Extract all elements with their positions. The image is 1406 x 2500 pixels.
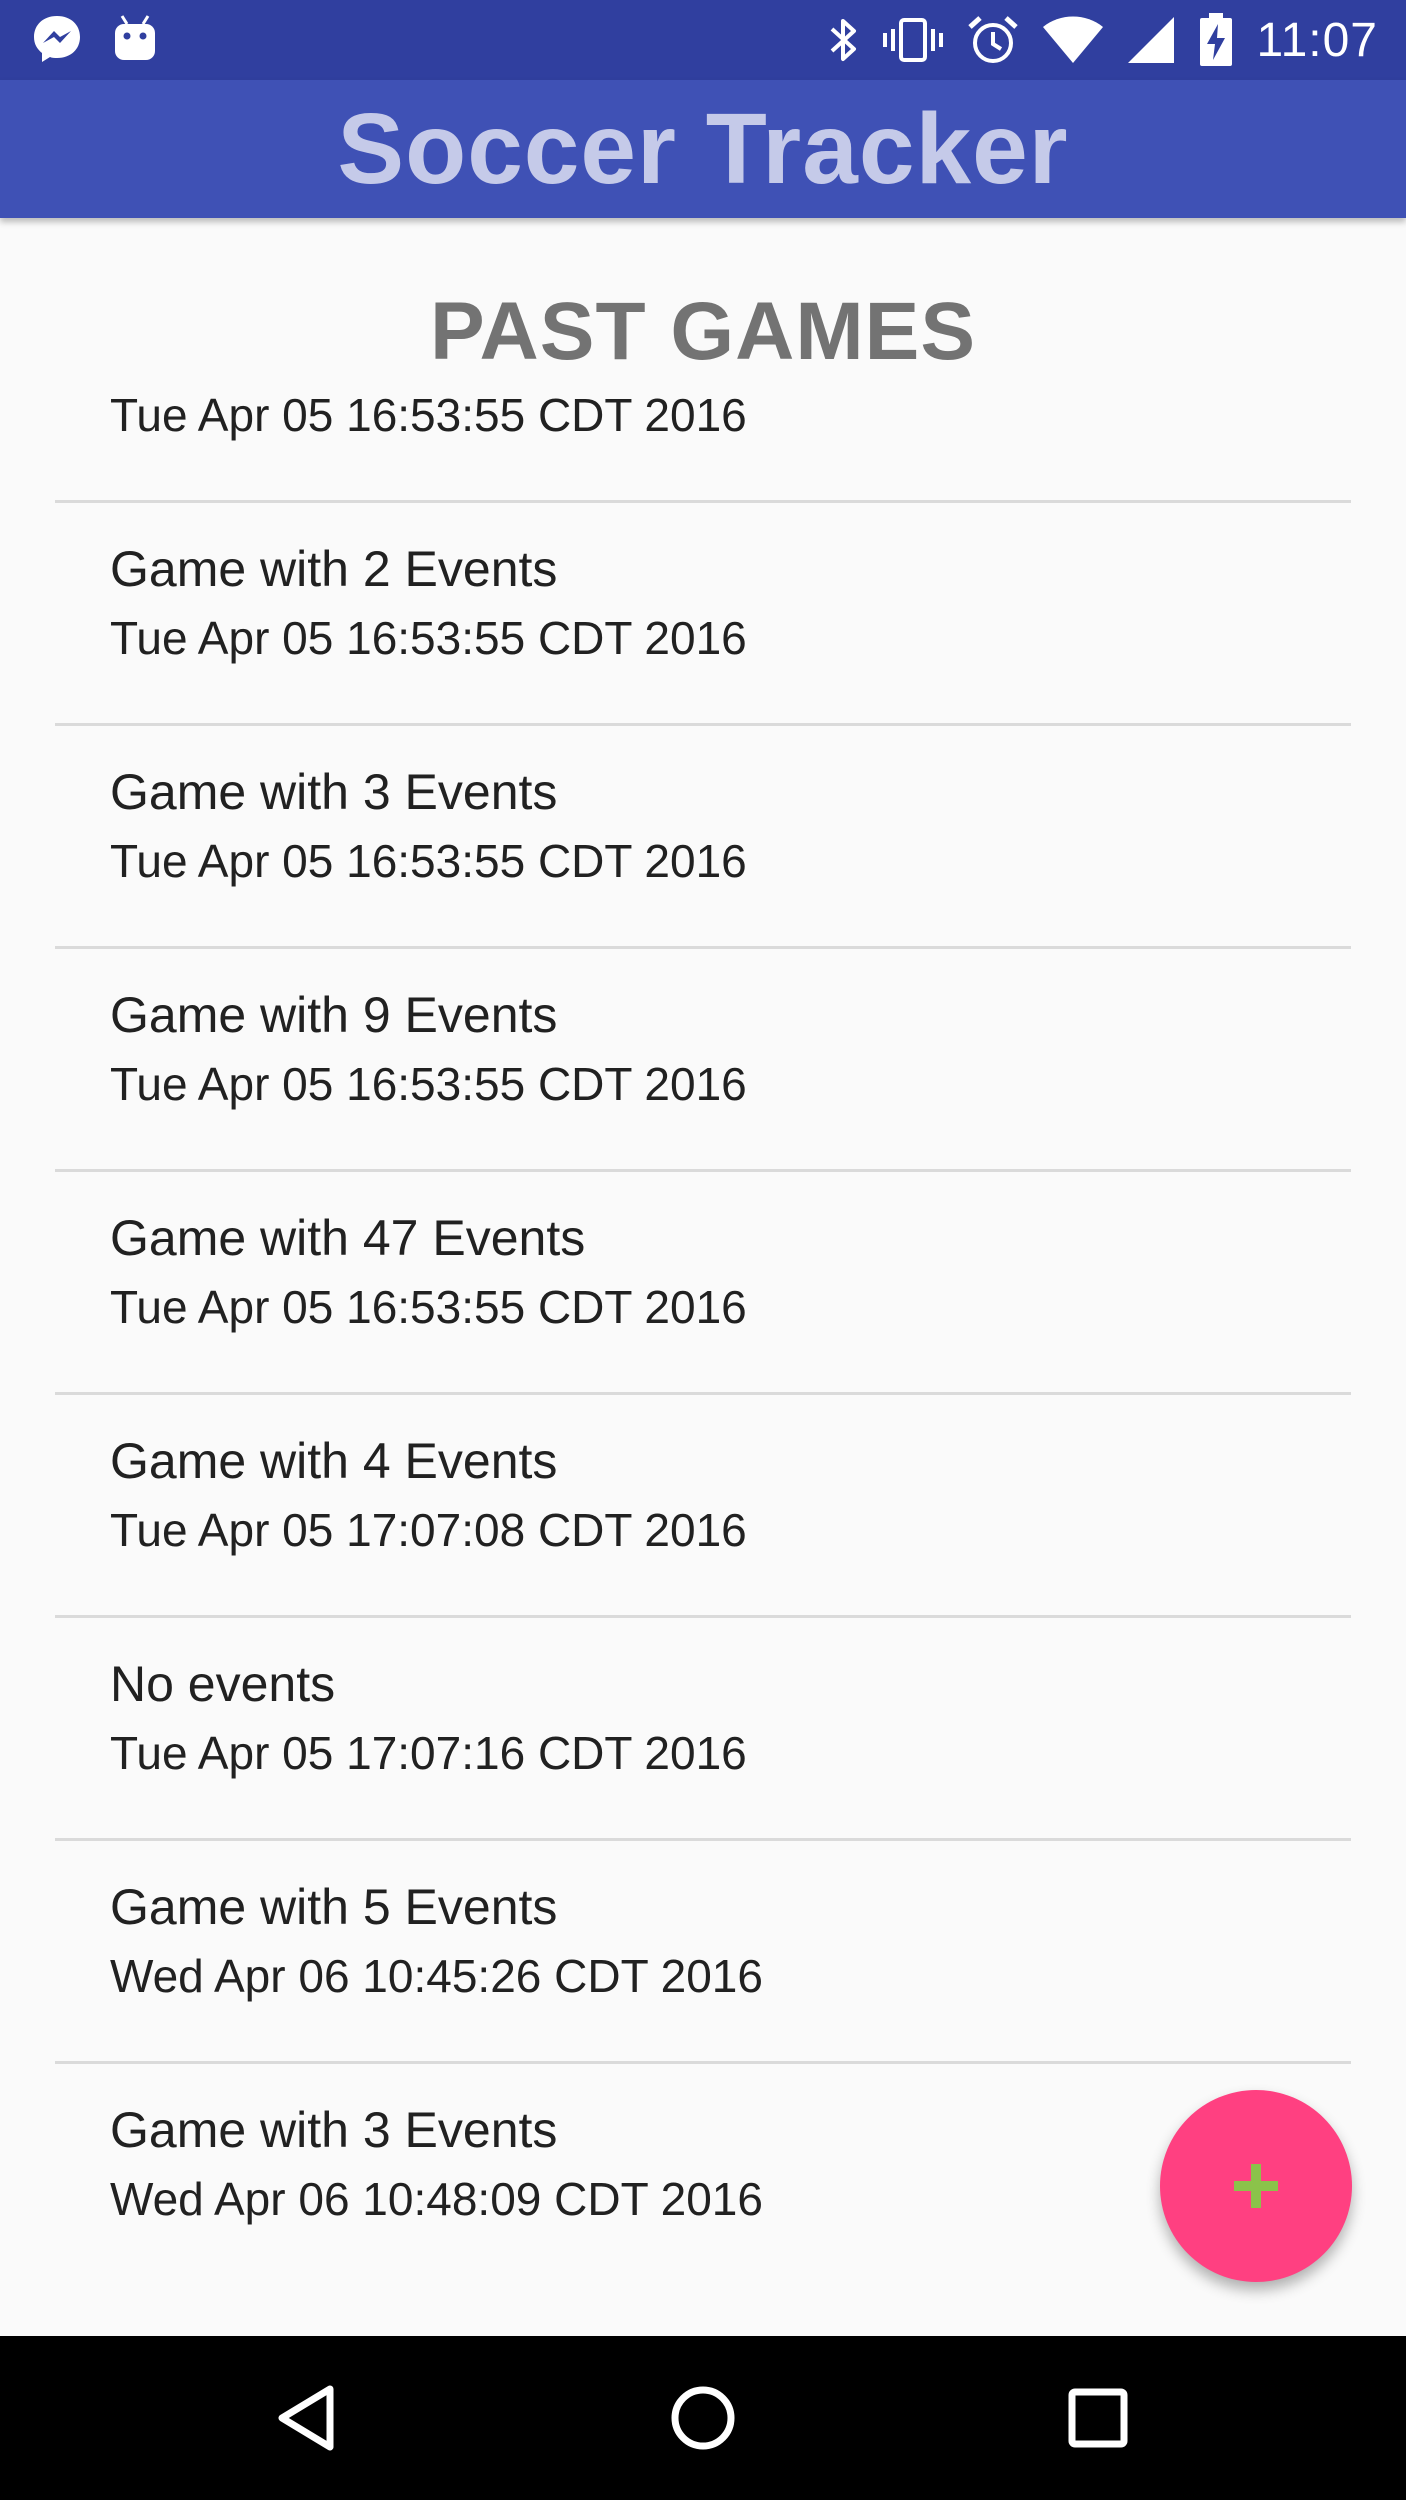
alarm-icon	[966, 13, 1020, 67]
status-right-icons: 11:07	[826, 8, 1378, 72]
game-name: Game with 2 Events	[110, 541, 558, 597]
game-name: Game with 4 Events	[110, 1433, 558, 1489]
home-icon	[668, 2383, 738, 2453]
game-name: Game with 9 Events	[110, 987, 558, 1043]
game-name: Game with 5 Events	[110, 1879, 558, 1935]
game-name: No events	[110, 1656, 336, 1712]
wifi-icon	[1042, 15, 1104, 65]
home-button[interactable]	[603, 2336, 803, 2500]
plus-icon	[1231, 2161, 1281, 2211]
back-button[interactable]	[207, 2336, 407, 2500]
bluetooth-icon	[826, 13, 860, 67]
game-date: Tue Apr 05 16:53:55 CDT 2016	[110, 1058, 747, 1110]
app-title: Soccer Tracker	[337, 92, 1069, 205]
add-game-button[interactable]	[1160, 2090, 1352, 2282]
game-name: Game with 47 Events	[110, 1210, 586, 1266]
game-date: Wed Apr 06 10:45:26 CDT 2016	[110, 1950, 763, 2002]
game-date: Tue Apr 05 16:53:55 CDT 2016	[110, 612, 747, 664]
game-date: Tue Apr 05 16:53:55 CDT 2016	[110, 1281, 747, 1333]
recents-button[interactable]	[998, 2336, 1198, 2500]
game-date: Wed Apr 06 10:48:09 CDT 2016	[110, 2173, 763, 2225]
navigation-bar	[0, 2336, 1406, 2500]
game-date: Tue Apr 05 17:07:16 CDT 2016	[110, 1727, 747, 1779]
game-date: Tue Apr 05 17:07:08 CDT 2016	[110, 1504, 747, 1556]
android-icon	[112, 14, 158, 64]
status-left-icons	[30, 12, 158, 66]
signal-icon	[1126, 15, 1176, 65]
game-name: Game with 3 Events	[110, 764, 558, 820]
game-date: Tue Apr 05 16:53:55 CDT 2016	[110, 835, 747, 887]
recents-icon	[1063, 2383, 1133, 2453]
game-name: Game with 3 Events	[110, 2102, 558, 2158]
status-time: 11:07	[1256, 13, 1378, 67]
app-bar: Soccer Tracker	[0, 80, 1406, 218]
battery-charging-icon	[1198, 12, 1234, 68]
messenger-icon	[30, 12, 84, 66]
vibrate-icon	[882, 13, 944, 67]
game-date: Tue Apr 05 16:53:55 CDT 2016	[110, 389, 747, 441]
back-icon	[272, 2383, 342, 2453]
status-bar: 11:07	[0, 0, 1406, 80]
